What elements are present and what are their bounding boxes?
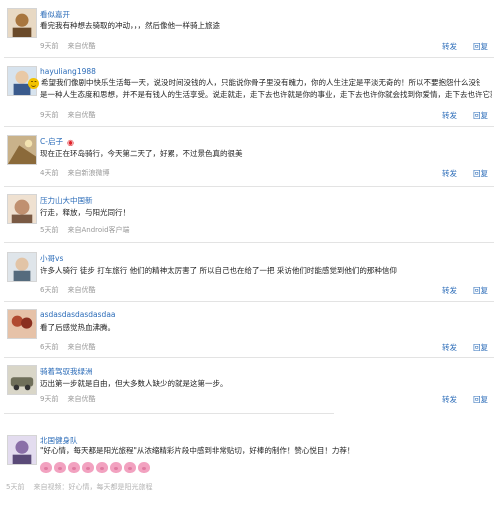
- divider: [4, 413, 334, 414]
- forward-button[interactable]: 转发: [442, 111, 457, 120]
- comment-text: "好心情，每天都是阳光旅程"从浓缩精彩片段中感到非常贴切，好棒的制作！赞心悦目！…: [40, 446, 355, 455]
- comment-text-line-1: 希望我们像剧中快乐生活每一天，说没时间没钱的人，只能说你骨子里没有魄力，你的人生…: [28, 77, 480, 89]
- comment-meta: 9天前 来自优酷: [40, 394, 104, 404]
- timestamp: 5天前: [40, 226, 59, 234]
- comment-text: 看了后感觉热血沸腾。: [40, 323, 115, 332]
- list-item: 小哥vs 许多人骑行 徒步 打车旅行 他们的精神太厉害了 所以自己也在给了一把 …: [4, 250, 494, 296]
- comment-meta: 5天前 来自视频：好心情，每天都是阳光旅程: [6, 482, 161, 492]
- comment-meta: 4天前 来自新浪微博: [40, 168, 118, 178]
- avatar[interactable]: [7, 8, 37, 38]
- source-label: 来自优酷: [67, 42, 96, 50]
- forward-button[interactable]: 转发: [442, 169, 457, 178]
- list-item: 压力山大中国新 行走，释放，与阳光同行！ 5天前 来自Android客户端: [4, 192, 494, 236]
- comment-actions: 转发 回复: [426, 41, 488, 52]
- reply-button[interactable]: 回复: [473, 111, 488, 120]
- user-name-link[interactable]: 小哥vs: [40, 253, 63, 264]
- pig-emoticon-icon: [124, 462, 136, 473]
- timestamp: 9天前: [40, 42, 59, 50]
- timestamp: 9天前: [40, 111, 59, 119]
- pig-emoticon-icon: [68, 462, 80, 473]
- comment-actions: 转发 回复: [426, 110, 488, 121]
- smiley-icon: [28, 77, 39, 89]
- comment-feed: 看似嘉开 看完我有种想去骑取的冲动，，，然后像他一样骑上旅途 9天前 来自优酷 转…: [0, 0, 500, 506]
- user-name-link[interactable]: asdasdasdasdasdaa: [40, 310, 116, 319]
- comment-text: 许多人骑行 徒步 打车旅行 他们的精神太厉害了 所以自己也在给了一把 采访他们时…: [40, 266, 397, 275]
- timestamp: 6天前: [40, 286, 59, 294]
- comment-text: 看完我有种想去骑取的冲动，，，然后像他一样骑上旅途: [40, 21, 220, 30]
- source-label: 来自视频：好心情，每天都是阳光旅程: [33, 483, 153, 491]
- comment-meta: 6天前 来自优酷: [40, 342, 104, 352]
- source-label: 来自Android客户端: [67, 226, 130, 234]
- source-label: 来自新浪微博: [67, 169, 110, 177]
- avatar[interactable]: [7, 435, 37, 465]
- list-item: 骑着驾驭我绿洲 迈出第一步就是自由，但大多数人缺少的就是这第一步。 9天前 来自优…: [4, 363, 494, 407]
- list-item: 北国健身队 "好心情，每天都是阳光旅程"从浓缩精彩片段中感到非常贴切，好棒的制作…: [4, 427, 494, 499]
- pig-emoticon-icon: [110, 462, 122, 473]
- comment-text: 行走，释放，与阳光同行！: [40, 208, 130, 217]
- avatar[interactable]: [7, 252, 37, 282]
- list-item: 看似嘉开 看完我有种想去骑取的冲动，，，然后像他一样骑上旅途 9天前 来自优酷 转…: [4, 6, 494, 52]
- avatar[interactable]: [7, 135, 37, 165]
- comment-actions: 转发 回复: [426, 342, 488, 353]
- source-label: 来自优酷: [67, 343, 96, 351]
- timestamp: 9天前: [40, 395, 59, 403]
- reply-button[interactable]: 回复: [473, 286, 488, 295]
- comment-actions: 转发 回复: [426, 168, 488, 179]
- divider: [4, 301, 494, 302]
- source-label: 来自优酷: [67, 111, 96, 119]
- comment-text-line-2: 是一种人生态度和思想，并不是有钱人的生活享受。说走就走，走下去也许就是你的事业，…: [40, 90, 492, 99]
- weibo-icon: ◉: [66, 137, 74, 147]
- comment-text: 迈出第一步就是自由，但大多数人缺少的就是这第一步。: [40, 379, 228, 388]
- reply-button[interactable]: 回复: [473, 42, 488, 51]
- comment-actions: 转发 回复: [426, 394, 488, 405]
- divider: [4, 242, 494, 243]
- comment-meta: 9天前 来自优酷: [40, 41, 104, 51]
- pig-emoticon-icon: [138, 462, 150, 473]
- pig-emoticon-icon: [82, 462, 94, 473]
- pig-emoticon-icon: [54, 462, 66, 473]
- divider: [4, 357, 494, 358]
- user-name-link[interactable]: 骑着驾驭我绿洲: [40, 366, 93, 377]
- user-name-link[interactable]: C-启子: [40, 137, 63, 146]
- pig-emoticon-icon: [40, 462, 52, 473]
- emoticon-row: [40, 458, 152, 477]
- avatar[interactable]: [7, 194, 37, 224]
- timestamp: 6天前: [40, 343, 59, 351]
- source-label: 来自优酷: [67, 286, 96, 294]
- forward-button[interactable]: 转发: [442, 395, 457, 404]
- comment-meta: 5天前 来自Android客户端: [40, 225, 139, 235]
- user-name-link[interactable]: 压力山大中国新: [40, 195, 93, 206]
- avatar[interactable]: [7, 309, 37, 339]
- reply-button[interactable]: 回复: [473, 395, 488, 404]
- divider: [4, 186, 494, 187]
- list-item: hayuliang1988 希望我们像剧中快乐生活每一天，说没时间没钱的人，只能…: [4, 64, 494, 124]
- timestamp: 5天前: [6, 483, 25, 491]
- avatar[interactable]: [7, 365, 37, 395]
- forward-button[interactable]: 转发: [442, 42, 457, 51]
- reply-button[interactable]: 回复: [473, 169, 488, 178]
- comment-text: 现在正在环岛骑行，今天第二天了，好累，不过景色真的很美: [40, 149, 243, 158]
- pig-emoticon-icon: [96, 462, 108, 473]
- divider: [4, 126, 494, 127]
- timestamp: 4天前: [40, 169, 59, 177]
- divider: [4, 57, 494, 58]
- list-item: C-启子 ◉ 现在正在环岛骑行，今天第二天了，好累，不过景色真的很美 4天前 来自新…: [4, 133, 494, 181]
- list-item: asdasdasdasdasdaa 看了后感觉热血沸腾。 6天前 来自优酷 转发 回…: [4, 307, 494, 353]
- source-label: 来自优酷: [67, 395, 96, 403]
- user-name-link[interactable]: hayuliang1988: [40, 67, 96, 76]
- reply-button[interactable]: 回复: [473, 343, 488, 352]
- forward-button[interactable]: 转发: [442, 286, 457, 295]
- comment-meta: 9天前 来自优酷: [40, 110, 104, 120]
- comment-actions: 转发 回复: [426, 285, 488, 296]
- comment-meta: 6天前 来自优酷: [40, 285, 104, 295]
- user-name-link[interactable]: 看似嘉开: [40, 9, 70, 20]
- forward-button[interactable]: 转发: [442, 343, 457, 352]
